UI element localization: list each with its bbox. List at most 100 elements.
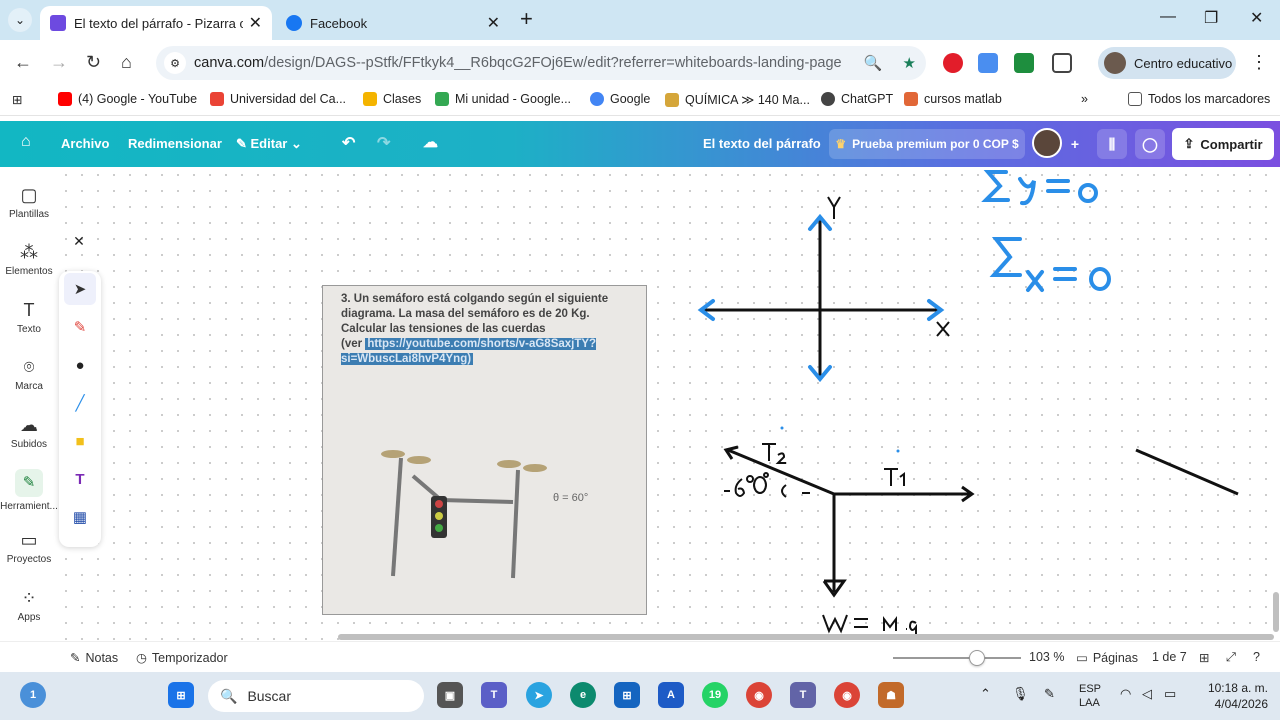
cloud-saved-icon[interactable]: ☁ — [423, 133, 438, 151]
zoom-magnifier-icon[interactable]: 🔍 — [864, 54, 883, 72]
fullscreen-icon[interactable]: ⤢ — [1226, 650, 1236, 665]
undo-icon[interactable]: ↶ — [342, 133, 355, 153]
tab-canva[interactable]: El texto del párrafo - Pizarra onl ✕ — [40, 6, 272, 40]
teams-icon[interactable]: T — [481, 682, 507, 708]
back-arrow-icon[interactable]: ← — [14, 52, 32, 73]
tab-facebook[interactable]: Facebook ✕ — [276, 6, 510, 40]
rail-elements[interactable]: ⁂ Elementos — [0, 242, 58, 277]
rail-draw-tools[interactable]: ✎ Herramient... — [0, 469, 58, 512]
bookmark-gmail[interactable]: Universidad del Ca... — [210, 92, 346, 106]
select-pointer-icon[interactable]: ➤ — [64, 273, 96, 305]
document-title[interactable]: El texto del párrafo — [703, 136, 821, 151]
premium-trial-button[interactable]: ♛ Prueba premium por 0 COP $ — [829, 129, 1025, 159]
bookmark-youtube[interactable]: (4) Google - YouTube — [58, 92, 197, 106]
weather-icon[interactable]: 1 — [20, 682, 46, 708]
timer-button[interactable]: ◷ Temporizador — [136, 650, 228, 666]
chrome-active-icon[interactable]: ◉ — [834, 682, 860, 708]
volume-icon[interactable]: ◁ — [1142, 686, 1152, 702]
zoom-slider[interactable] — [893, 657, 1021, 659]
zoom-slider-handle[interactable] — [969, 650, 986, 666]
windows-start-icon[interactable]: ⊞ — [168, 682, 194, 708]
new-tab-button[interactable]: + — [520, 8, 533, 30]
reload-icon[interactable]: ↻ — [86, 52, 101, 73]
analytics-icon[interactable]: ⫼ — [1097, 129, 1127, 159]
task-view-icon[interactable]: ▣ — [437, 682, 463, 708]
bookmark-chatgpt[interactable]: ChatGPT — [821, 92, 893, 106]
close-icon[interactable]: ✕ — [487, 13, 500, 33]
store-icon[interactable]: ⊞ — [614, 682, 640, 708]
forward-arrow-icon[interactable]: → — [50, 52, 68, 73]
taskbar-search[interactable]: 🔍 Buscar — [208, 680, 424, 712]
problem-link[interactable]: https://youtube.com/shorts/v-aG8SaxjTY?s… — [341, 338, 597, 365]
game-icon[interactable]: ☗ — [878, 682, 904, 708]
battery-icon[interactable]: ▭ — [1164, 686, 1176, 702]
apps-grid-icon[interactable]: ⊞ — [12, 92, 22, 107]
autocad-icon[interactable]: A — [658, 682, 684, 708]
restore-button[interactable]: ❐ — [1204, 8, 1218, 28]
rail-templates[interactable]: ▢ Plantillas — [0, 185, 58, 220]
download-extension-icon[interactable] — [1014, 53, 1034, 73]
extensions-puzzle-icon[interactable] — [1052, 53, 1072, 73]
opera-extension-icon[interactable] — [943, 53, 963, 73]
bookmark-classroom[interactable]: Clases — [363, 92, 421, 106]
text-tool-icon[interactable]: T — [64, 463, 96, 495]
grid-view-icon[interactable]: ⊞ — [1199, 650, 1209, 665]
telegram-icon[interactable]: ➤ — [526, 682, 552, 708]
zoom-percentage[interactable]: 103 % — [1029, 650, 1064, 664]
chevron-double-right-icon[interactable]: » — [1081, 92, 1088, 106]
sticky-note-icon[interactable]: ■ — [64, 425, 96, 457]
problem-image[interactable]: 3. Un semáforo está colgando según el si… — [322, 285, 647, 615]
bookmark-star-icon[interactable]: ★ — [903, 54, 916, 72]
all-bookmarks[interactable]: Todos los marcadores — [1128, 92, 1270, 106]
help-icon[interactable]: ? — [1253, 650, 1260, 664]
menu-resize[interactable]: Redimensionar — [128, 136, 222, 151]
pen-icon[interactable]: ✎ — [64, 311, 96, 343]
rail-uploads[interactable]: ☁ Subidos — [0, 415, 58, 450]
close-icon[interactable]: ✕ — [68, 230, 90, 252]
more-menu-icon[interactable]: ⋮ — [1250, 52, 1268, 73]
clock[interactable]: 10:18 a. m. 4/04/2026 — [1198, 680, 1268, 712]
horizontal-scrollbar[interactable] — [338, 634, 1274, 640]
edge-icon[interactable]: e — [570, 682, 596, 708]
whiteboard-canvas[interactable]: 3. Un semáforo está colgando según el si… — [58, 167, 1280, 641]
teams-work-icon[interactable]: T — [790, 682, 816, 708]
share-button[interactable]: ⇪ Compartir — [1172, 128, 1274, 160]
bookmark-google[interactable]: Google — [590, 92, 650, 106]
line-icon[interactable]: ╱ — [64, 387, 96, 419]
bookmark-drive[interactable]: Mi unidad - Google... — [435, 92, 571, 106]
home-icon[interactable]: ⌂ — [121, 52, 132, 73]
close-icon[interactable]: ✕ — [249, 13, 262, 33]
site-info-icon[interactable]: ⚙ — [164, 52, 186, 74]
menu-edit[interactable]: ✎ Editar ⌄ — [236, 136, 302, 152]
minimize-button[interactable]: — — [1160, 8, 1176, 26]
profile-button[interactable]: Centro educativo — [1098, 47, 1236, 79]
table-icon[interactable]: ▦ — [64, 501, 96, 533]
wifi-icon[interactable]: ◠ — [1120, 686, 1131, 702]
close-window-button[interactable]: ✕ — [1250, 8, 1263, 28]
pages-button[interactable]: ▭ Páginas — [1076, 650, 1138, 666]
chevron-up-icon[interactable]: ⌃ — [980, 686, 991, 702]
redo-icon[interactable]: ↷ — [377, 133, 390, 153]
microphone-icon[interactable]: 🎙 — [1012, 686, 1029, 702]
comment-icon[interactable]: ◯ — [1135, 129, 1165, 159]
rail-apps[interactable]: ⁘ Apps — [0, 588, 58, 623]
vertical-scrollbar[interactable] — [1273, 592, 1279, 632]
pen-input-icon[interactable]: ✎ — [1044, 686, 1055, 702]
tab-search-button[interactable]: ⌄ — [8, 8, 32, 32]
rail-brand[interactable]: ⌾ Marca — [0, 357, 58, 392]
bookmark-matlab[interactable]: cursos matlab — [904, 92, 1002, 106]
input-language[interactable]: ESP LAA — [1079, 682, 1101, 710]
address-bar[interactable]: ⚙ canva.com/design/DAGS--pStfk/FFtkyk4__… — [156, 46, 926, 80]
bookmark-quimica[interactable]: QUÍMICA ≫ 140 Ma... — [665, 92, 810, 107]
rail-text[interactable]: T Texto — [0, 300, 58, 335]
translate-extension-icon[interactable] — [978, 53, 998, 73]
rail-projects[interactable]: ▭ Proyectos — [0, 530, 58, 565]
menu-file[interactable]: Archivo — [61, 136, 109, 151]
avatar[interactable] — [1032, 128, 1062, 158]
add-collaborator-icon[interactable]: + — [1060, 129, 1090, 159]
shapes-icon[interactable]: ● — [64, 349, 96, 381]
home-icon[interactable]: ⌂ — [21, 133, 31, 151]
chrome-icon[interactable]: ◉ — [746, 682, 772, 708]
whatsapp-icon[interactable]: 19 — [702, 682, 728, 708]
notes-button[interactable]: ✎ Notas — [70, 650, 118, 666]
